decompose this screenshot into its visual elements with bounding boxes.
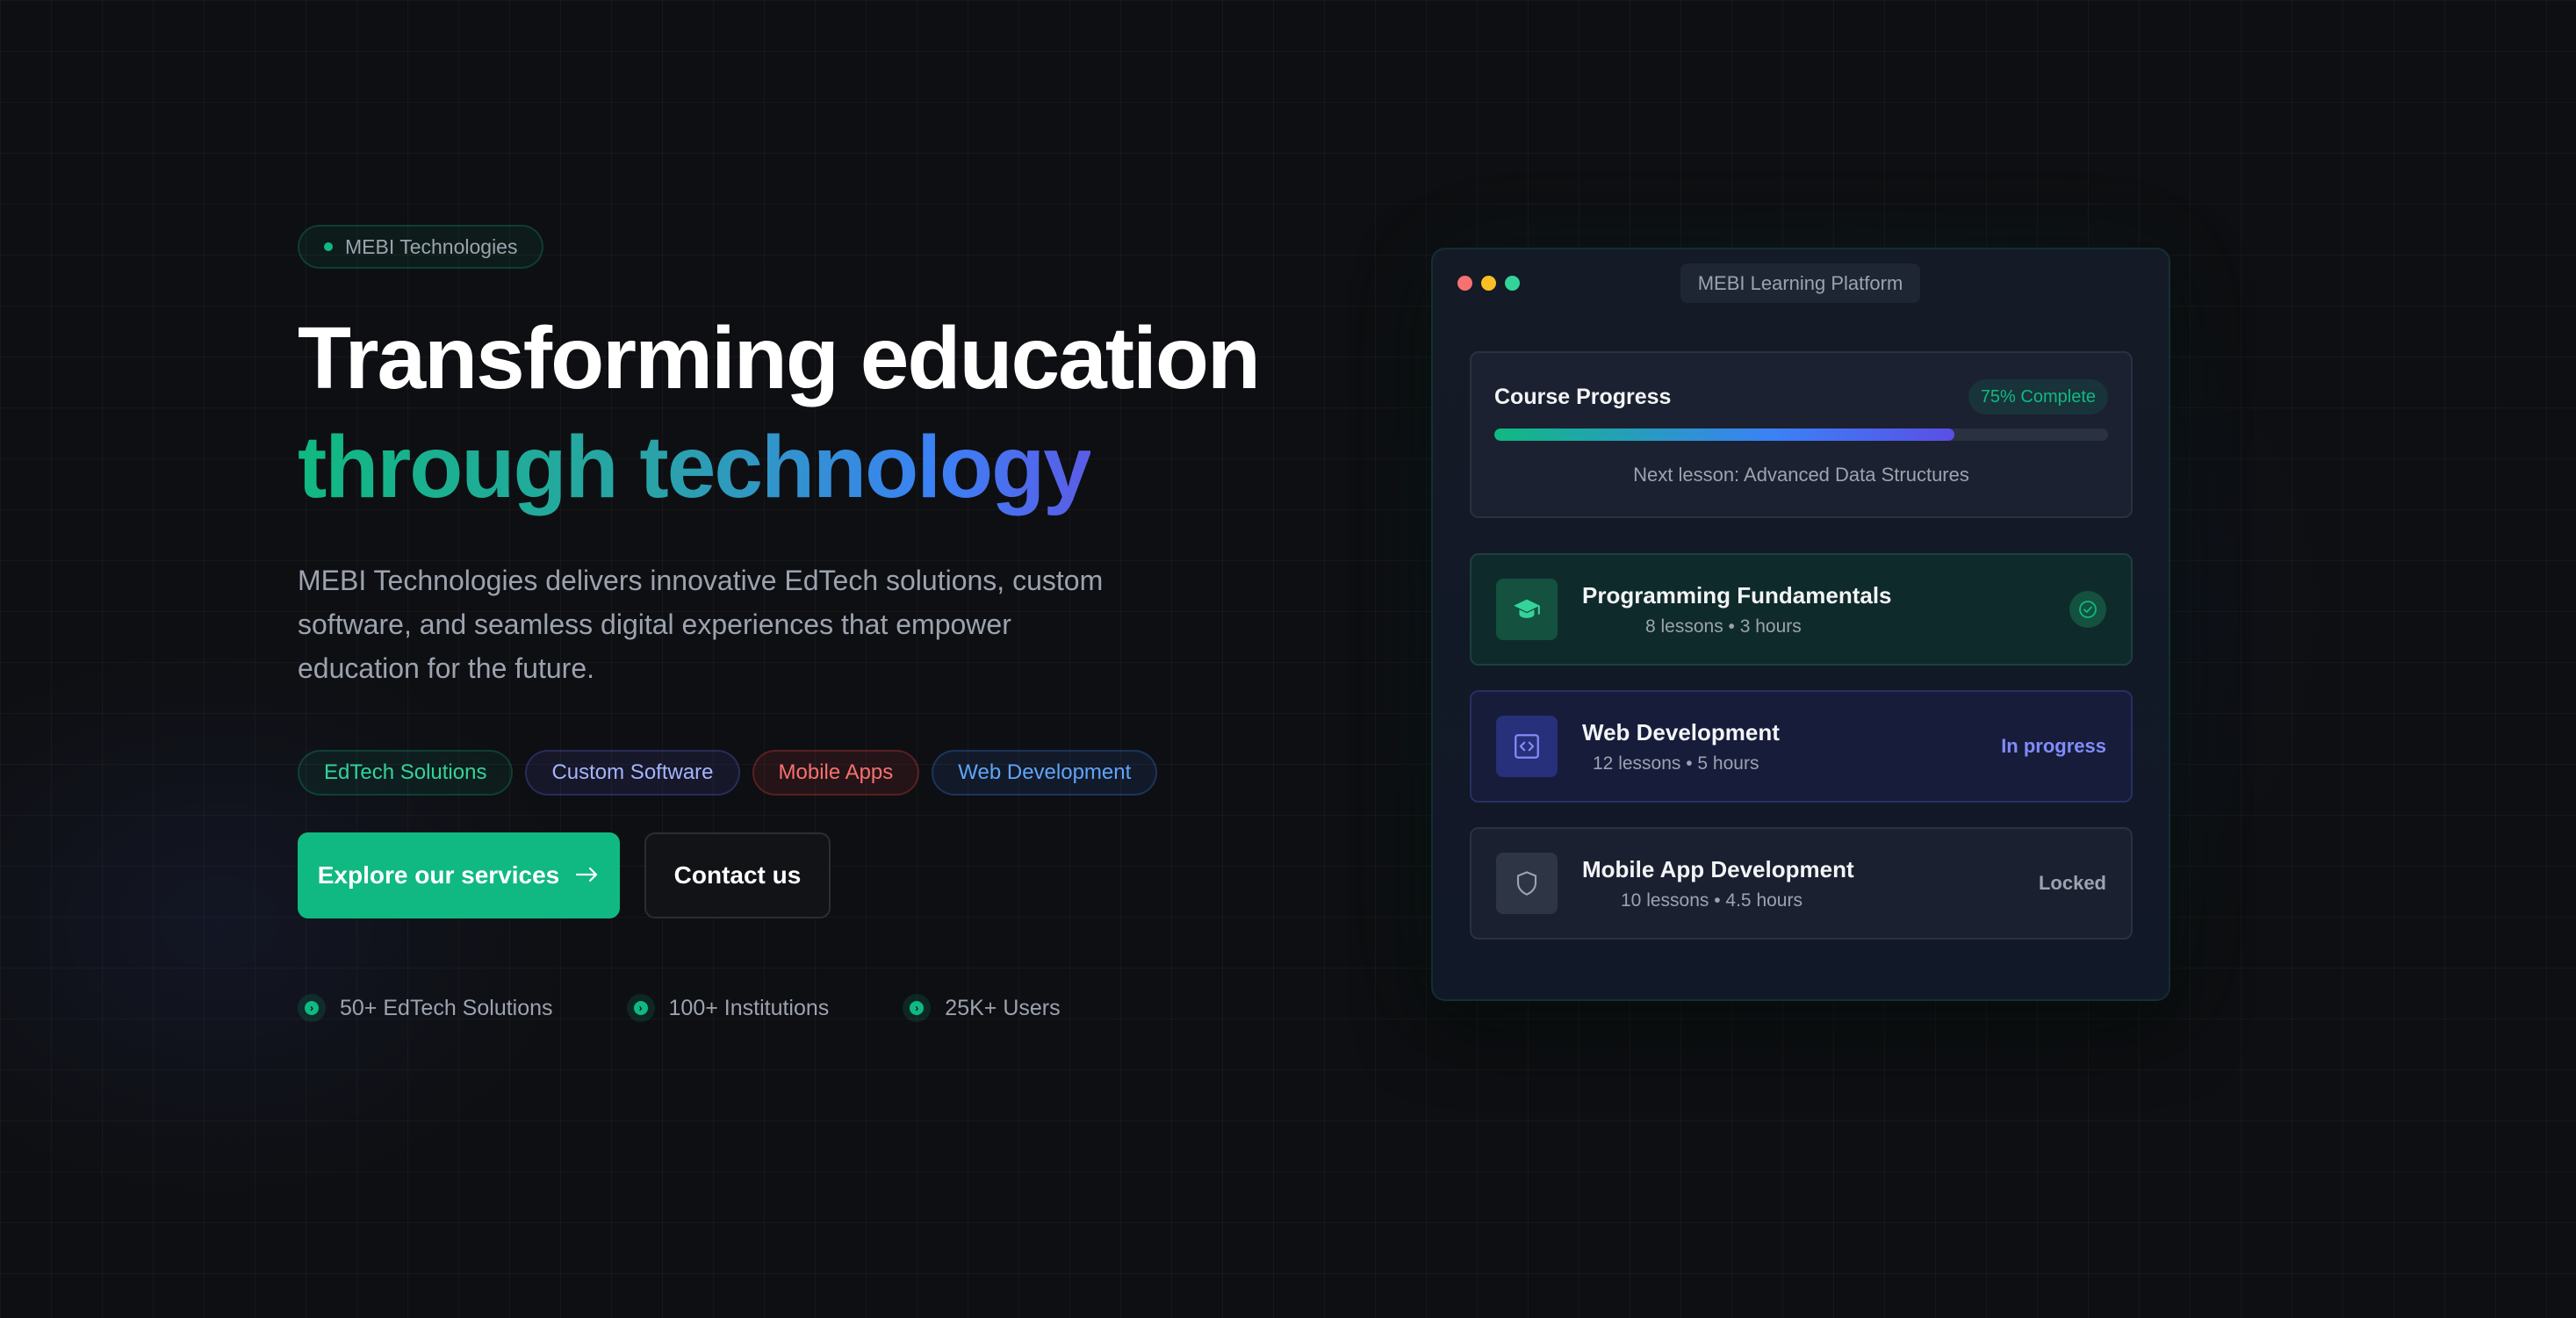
course-meta: 8 lessons • 3 hours xyxy=(1645,616,1802,637)
course-item-web-development[interactable]: Web Development 12 lessons • 5 hours In … xyxy=(1470,690,2133,803)
company-badge: MEBI Technologies xyxy=(298,225,544,269)
course-item-programming-fundamentals[interactable]: Programming Fundamentals 8 lessons • 3 h… xyxy=(1470,553,2133,666)
stat-label: 100+ Institutions xyxy=(668,995,830,1020)
check-icon xyxy=(2069,591,2106,628)
course-meta: 10 lessons • 4.5 hours xyxy=(1621,889,1802,911)
cta-group: Explore our services Contact us xyxy=(298,832,831,918)
course-text: Mobile App Development 10 lessons • 4.5 … xyxy=(1582,856,2039,911)
stat-label: 25K+ Users xyxy=(945,995,1061,1020)
course-text: Web Development 12 lessons • 5 hours xyxy=(1582,719,2001,774)
learning-platform-window: MEBI Learning Platform Course Progress 7… xyxy=(1431,248,2170,1001)
page: MEBI Technologies Transforming education… xyxy=(0,0,2576,1318)
badge-label: MEBI Technologies xyxy=(345,234,518,258)
progress-badge: 75% Complete xyxy=(1968,379,2108,414)
headline-line-2: through technology xyxy=(298,413,1092,522)
course-meta: 12 lessons • 5 hours xyxy=(1593,753,1759,774)
close-dot-icon xyxy=(1457,276,1472,291)
tag-mobile-apps[interactable]: Mobile Apps xyxy=(752,750,920,796)
hero-description: MEBI Technologies delivers innovative Ed… xyxy=(298,565,1104,684)
course-status: In progress xyxy=(2001,735,2106,757)
progress-bar xyxy=(1494,429,2108,441)
course-name: Web Development xyxy=(1582,718,1780,745)
explore-services-label: Explore our services xyxy=(317,861,560,889)
service-tags: EdTech Solutions Custom Software Mobile … xyxy=(298,750,1158,796)
tag-edtech-solutions[interactable]: EdTech Solutions xyxy=(298,750,514,796)
headline-line-1: Transforming education xyxy=(298,309,1261,407)
progress-header: Course Progress 75% Complete xyxy=(1494,379,2108,414)
progress-bar-fill xyxy=(1494,429,1955,441)
progress-title: Course Progress xyxy=(1494,384,1672,409)
stat-item: › 50+ EdTech Solutions xyxy=(298,994,553,1022)
course-text: Programming Fundamentals 8 lessons • 3 h… xyxy=(1582,582,2069,637)
stat-item: › 25K+ Users xyxy=(903,994,1061,1022)
badge-dot-icon xyxy=(324,242,333,251)
explore-services-button[interactable]: Explore our services xyxy=(298,832,620,918)
window-controls xyxy=(1457,276,1520,291)
graduation-cap-icon xyxy=(1496,579,1558,640)
tag-custom-software[interactable]: Custom Software xyxy=(525,750,740,796)
arrow-circle-icon: › xyxy=(298,994,326,1022)
arrow-right-icon xyxy=(575,861,600,890)
contact-us-button[interactable]: Contact us xyxy=(644,832,831,918)
stat-label: 50+ EdTech Solutions xyxy=(340,995,553,1020)
stats-row: › 50+ EdTech Solutions › 100+ Institutio… xyxy=(298,994,1061,1022)
arrow-circle-icon: › xyxy=(626,994,655,1022)
course-name: Mobile App Development xyxy=(1582,855,1854,882)
stat-item: › 100+ Institutions xyxy=(626,994,830,1022)
next-lesson-text: Next lesson: Advanced Data Structures xyxy=(1633,464,1969,486)
code-icon xyxy=(1496,716,1558,777)
course-progress-panel: Course Progress 75% Complete Next lesson… xyxy=(1470,351,2133,518)
window-titlebar: MEBI Learning Platform xyxy=(1433,249,2169,316)
window-title: MEBI Learning Platform xyxy=(1680,263,1920,303)
course-name: Programming Fundamentals xyxy=(1582,581,1892,609)
hero-section: MEBI Technologies Transforming education… xyxy=(298,225,1263,690)
hero-headline: Transforming education through technolog… xyxy=(298,304,1263,522)
maximize-dot-icon xyxy=(1505,276,1520,291)
course-item-mobile-app-development[interactable]: Mobile App Development 10 lessons • 4.5 … xyxy=(1470,827,2133,940)
arrow-circle-icon: › xyxy=(903,994,932,1022)
course-status: Locked xyxy=(2038,872,2106,894)
shield-icon xyxy=(1496,853,1558,914)
tag-web-development[interactable]: Web Development xyxy=(932,750,1158,796)
background-glow xyxy=(0,615,615,1229)
minimize-dot-icon xyxy=(1481,276,1496,291)
